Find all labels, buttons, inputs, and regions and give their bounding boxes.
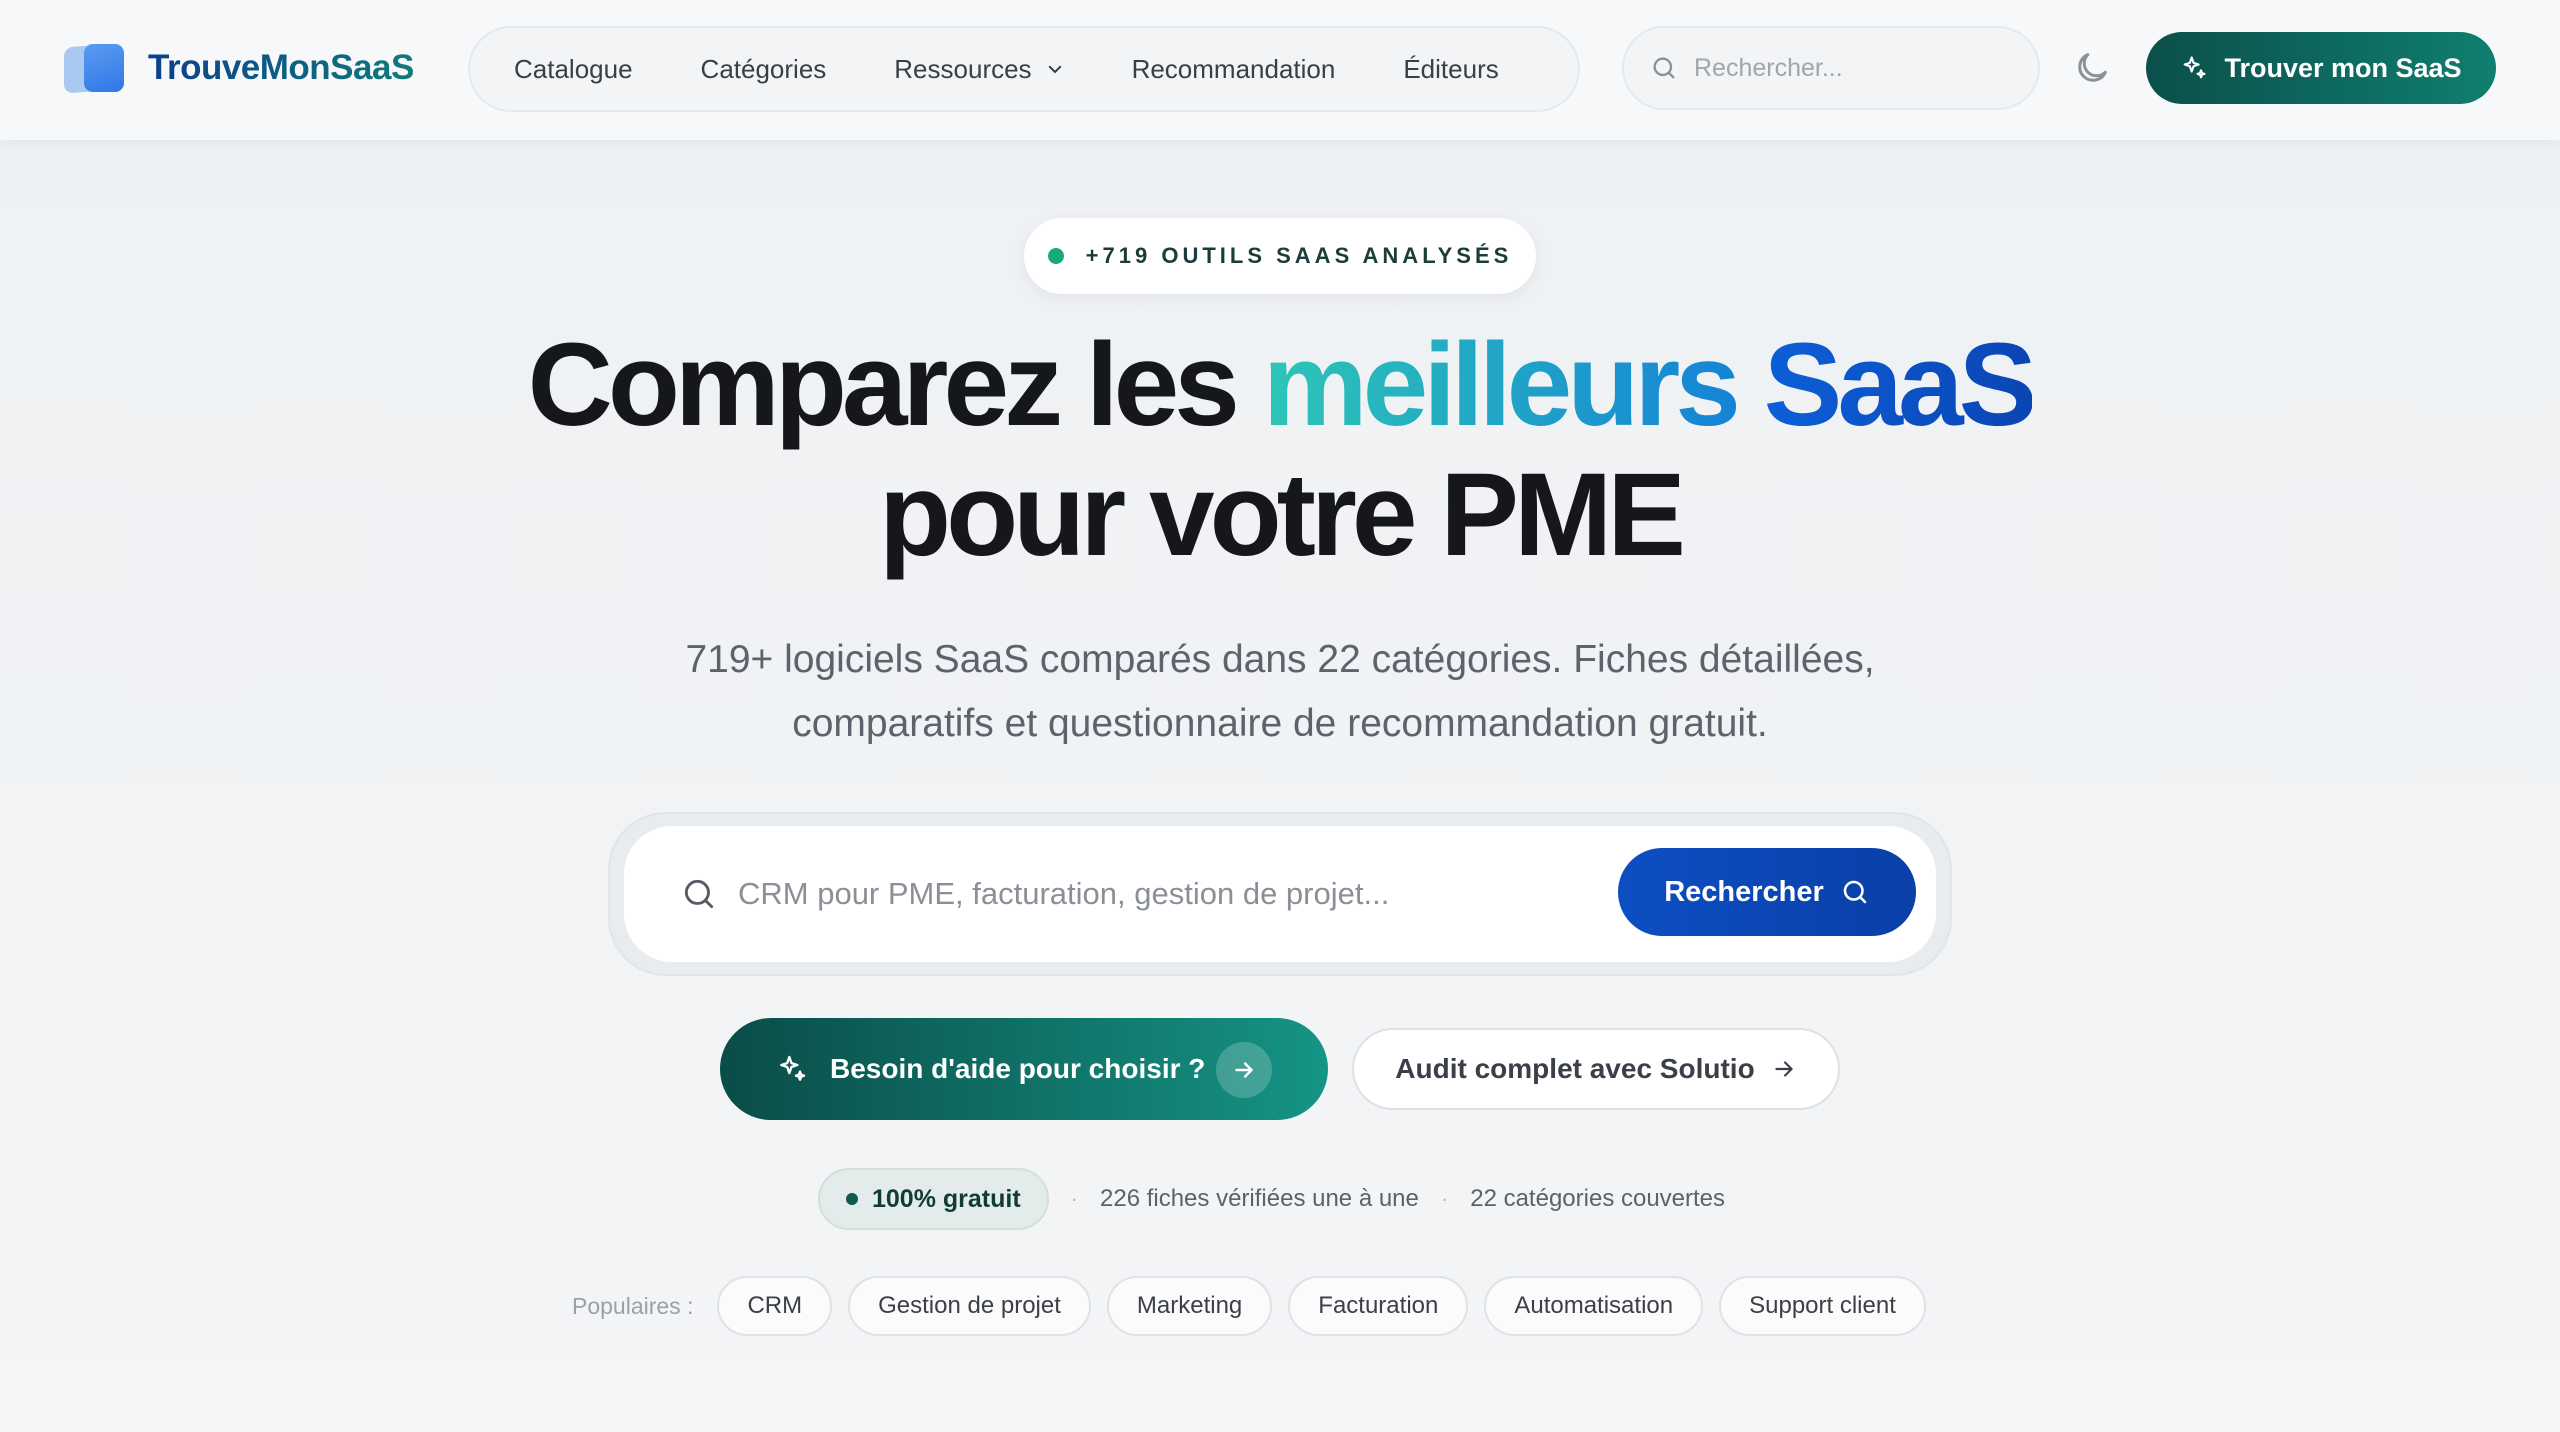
status-dot [1047,248,1064,264]
logo-mark-icon [64,42,126,94]
tools-count-badge: +719 OUTILS SAAS ANALYSÉS [1024,218,1536,294]
free-badge-text: 100% gratuit [872,1184,1021,1213]
popular-label: Populaires : [572,1292,694,1319]
find-saas-button-label: Trouver mon SaaS [2224,52,2462,83]
hero-title-line2: pour votre PME [879,449,1686,581]
search-icon [1843,880,1867,904]
nav-item-ressources[interactable]: Ressources [894,54,1063,85]
verified-count-text: 226 fiches vérifiées une à une [1100,1185,1419,1212]
chip-facturation[interactable]: Facturation [1288,1276,1469,1336]
hero-search-input[interactable] [738,876,1638,912]
chip-automatisation[interactable]: Automatisation [1484,1276,1704,1336]
header-search-input[interactable] [1694,53,2014,83]
main-nav: Catalogue Catégories Ressources Recomman… [468,26,1580,112]
help-choose-button[interactable]: Besoin d'aide pour choisir ? [720,1018,1328,1120]
free-badge: 100% gratuit [818,1168,1049,1230]
top-header: TrouveMonSaaS Catalogue Catégories Resso… [0,0,2560,140]
separator: · [1440,1186,1449,1211]
nav-item-catalogue[interactable]: Catalogue [514,54,633,85]
chip-crm[interactable]: CRM [717,1276,833,1336]
arrow-right-icon [1775,1061,1793,1077]
chip-support-client[interactable]: Support client [1719,1276,1926,1336]
tools-count-badge-text: +719 OUTILS SAAS ANALYSÉS [1085,243,1513,268]
chip-gestion-de-projet[interactable]: Gestion de projet [848,1276,1091,1336]
header-search [1622,26,2040,110]
audit-solutio-button-label: Audit complet avec Solutio [1395,1053,1755,1084]
nav-item-ressources-label: Ressources [894,53,1032,84]
hero-title-part1: Comparez les [527,319,1263,451]
find-saas-button[interactable]: Trouver mon SaaS [2146,32,2496,104]
hero-subtitle: 719+ logiciels SaaS comparés dans 22 cat… [560,628,2000,756]
hero-search-container: Rechercher [608,812,1952,976]
nav-item-recommandation[interactable]: Recommandation [1132,54,1336,85]
nav-item-categories[interactable]: Catégories [701,54,827,85]
hero-subtitle-line1: 719+ logiciels SaaS comparés dans 22 cat… [685,638,1875,681]
hero-search-box: Rechercher [624,826,1936,962]
hero-stats: 100% gratuit · 226 fiches vérifiées une … [818,1168,1725,1230]
moon-icon[interactable] [2072,48,2112,88]
hero-title-highlight2: SaaS [1763,319,2038,451]
search-button-label: Rechercher [1664,875,1824,908]
nav-item-editeurs[interactable]: Éditeurs [1403,54,1498,85]
audit-solutio-button[interactable]: Audit complet avec Solutio [1352,1028,1840,1110]
arrow-right-icon [1216,1042,1272,1098]
sparkles-icon [780,1055,806,1081]
categories-count-text: 22 catégories couvertes [1470,1185,1726,1212]
separator: · [1070,1186,1078,1211]
hero-title-highlight1: meilleurs [1262,319,1741,451]
logo-text: TrouveMonSaaS [148,48,414,87]
logo[interactable]: TrouveMonSaaS [64,42,414,94]
hero-subtitle-line2: comparatifs et questionnaire de recomman… [792,702,1768,745]
hero-title-line1: Comparez les meilleurs SaaS [0,320,2560,450]
popular-tags: Populaires : CRM Gestion de projet Marke… [572,1276,1942,1336]
chevron-down-icon [1048,65,1061,73]
search-icon [684,879,714,909]
sparkles-icon [2184,56,2207,79]
status-dot [846,1193,858,1205]
search-button[interactable]: Rechercher [1618,848,1916,936]
chip-marketing[interactable]: Marketing [1106,1276,1273,1336]
search-icon [1653,57,1675,79]
help-choose-button-label: Besoin d'aide pour choisir ? [830,1053,1206,1084]
hero-title: Comparez les meilleurs SaaS pour votre P… [0,320,2560,580]
